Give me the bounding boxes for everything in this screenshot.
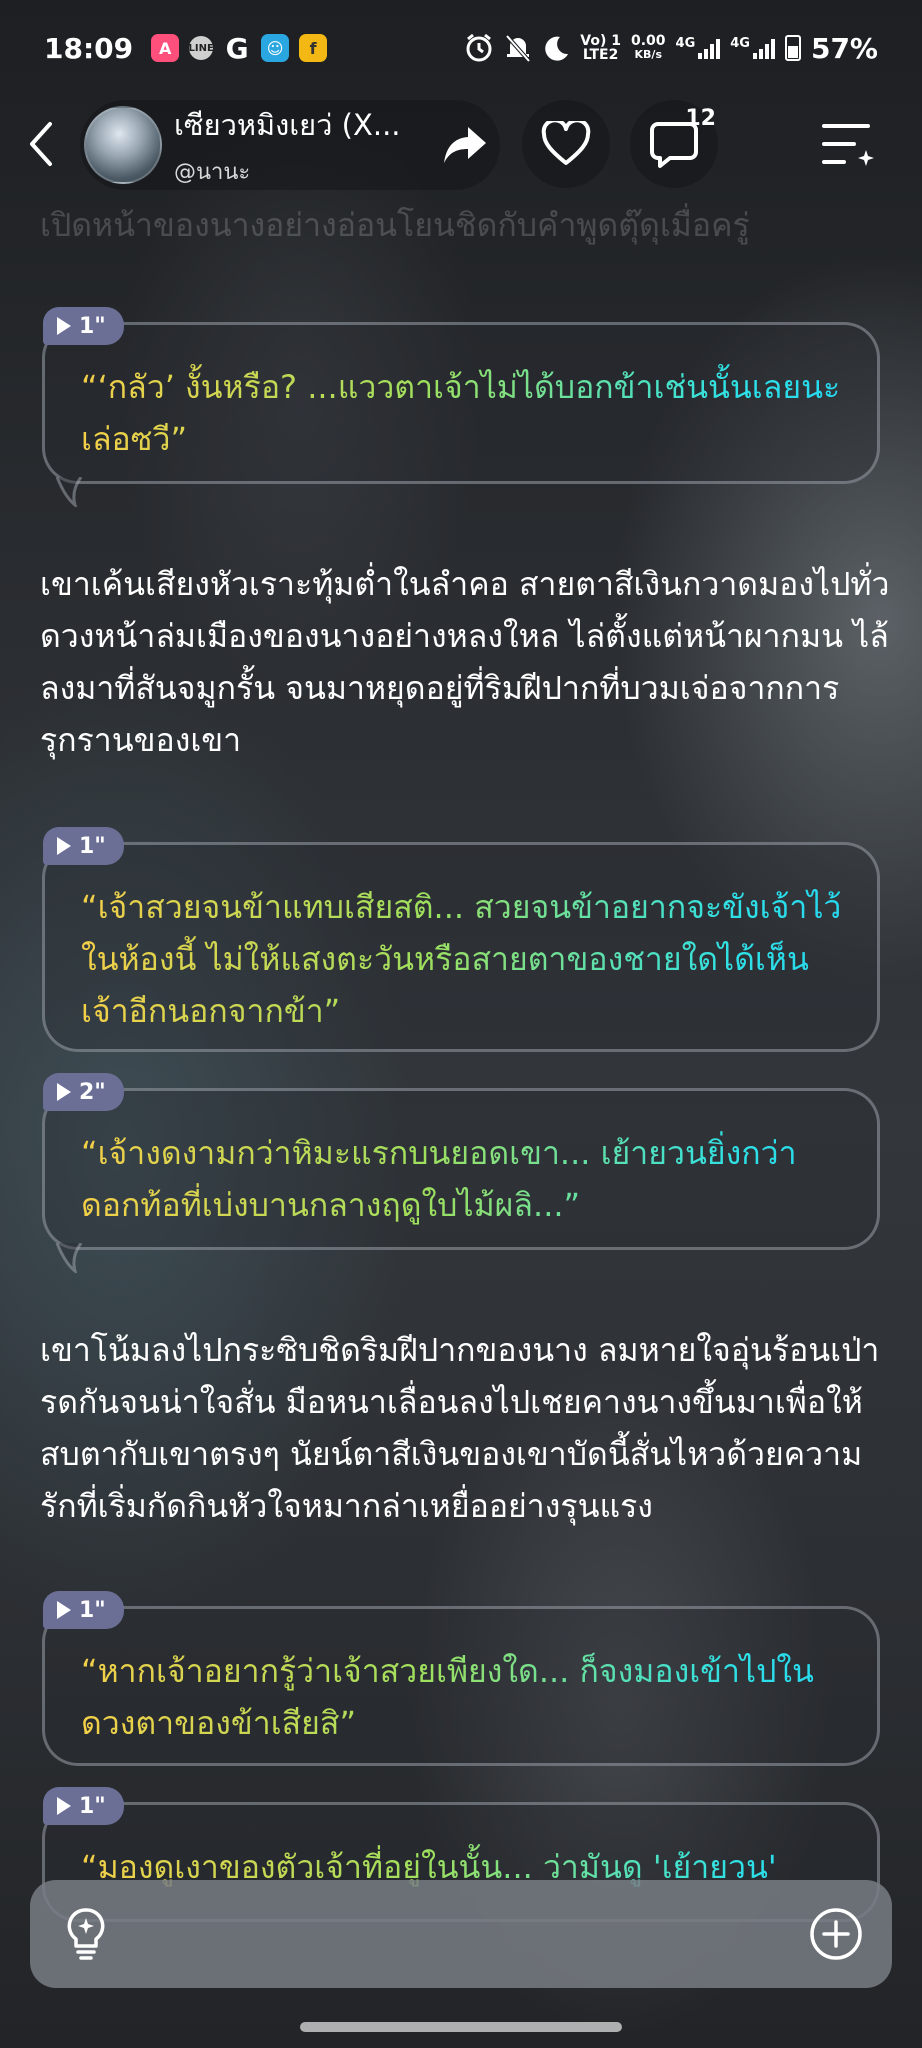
status-right: Vo) 1 LTE2 0.00 KB/s 4G 4G 57% [464, 32, 878, 65]
play-icon [57, 1797, 71, 1815]
app-notification-icon: A [151, 34, 180, 62]
voice-duration: 1" [79, 1597, 106, 1623]
narration-text: เขาเค้นเสียงหัวเราะทุ้มต่ำในลำคอ สายตาสี… [40, 565, 890, 759]
voice-play-button[interactable]: 1" [43, 827, 124, 865]
volte-indicator: Vo) 1 LTE2 [580, 33, 621, 63]
message-text: “เจ้าสวยจนข้าแทบเสียสติ... สวยจนข้าอยากจ… [81, 881, 847, 1037]
comments-button[interactable]: 12 [630, 100, 718, 188]
bubble-tail-icon [55, 477, 83, 507]
character-message-bubble[interactable]: 2" “เจ้างดงามกว่าหิมะแรกบนยอดเขา... เย้า… [42, 1073, 880, 1273]
faded-previous-text: เปิดหน้าของนางอย่างอ่อนโยนชิดกับคำพูดตุ๊… [40, 206, 750, 244]
voice-duration: 1" [79, 313, 106, 339]
battery-percent: 57% [810, 31, 878, 65]
message-text: “หากเจ้าอยากรู้ว่าเจ้าสวยเพียงใด... ก็จง… [81, 1645, 847, 1749]
clock: 18:09 [44, 31, 134, 65]
moon-icon [545, 36, 569, 61]
back-arrow-icon[interactable] [22, 118, 62, 170]
play-icon [57, 317, 71, 335]
share-arrow-icon [444, 127, 486, 163]
voice-play-button[interactable]: 1" [43, 1591, 124, 1629]
bubble-tail-icon [55, 1243, 83, 1273]
status-bar: 18:09 A LINE G ☺ f Vo) 1 LTE2 0.00 KB/s … [0, 0, 922, 96]
play-icon [57, 1601, 71, 1619]
voice-duration: 2" [79, 1079, 106, 1105]
like-button[interactable] [522, 100, 610, 188]
share-button[interactable] [430, 110, 500, 180]
character-message-bubble[interactable]: 1" “หากเจ้าอยากรู้ว่าเจ้าสวยเพียงใด... ก… [42, 1591, 880, 1766]
signal-2: 4G [730, 37, 775, 59]
character-name: เซียวหมิงเยว่ (X... [174, 107, 401, 142]
home-indicator[interactable] [300, 2022, 622, 2032]
signal-bars-icon [698, 37, 721, 59]
avatar[interactable] [84, 106, 162, 184]
heart-icon [541, 121, 591, 165]
character-message-bubble[interactable]: 1" “‘กลัว’ งั้นหรือ? ...แววตาเจ้าไม่ได้บ… [42, 307, 880, 507]
note-app-icon: f [299, 34, 328, 62]
message-text: “‘กลัว’ งั้นหรือ? ...แววตาเจ้าไม่ได้บอกข… [81, 361, 847, 465]
narration-text: เขาโน้มลงไปกระซิบชิดริมฝีปากของนาง ลมหาย… [40, 1331, 880, 1525]
message-input-bar[interactable] [30, 1880, 892, 1988]
message-text: “เจ้างดงามกว่าหิมะแรกบนยอดเขา... เย้ายวน… [81, 1127, 847, 1231]
voice-duration: 1" [79, 833, 106, 859]
comment-count: 12 [685, 106, 716, 131]
creator-handle: @นานะ [174, 159, 251, 185]
status-left: 18:09 A LINE G ☺ f [44, 31, 328, 65]
menu-list-icon[interactable] [818, 116, 878, 172]
voice-play-button[interactable]: 1" [43, 1787, 124, 1825]
add-plus-icon[interactable] [806, 1904, 866, 1964]
voice-duration: 1" [79, 1793, 106, 1819]
google-icon: G [225, 31, 249, 65]
battery-icon [784, 35, 801, 61]
lightbulb-icon[interactable] [56, 1904, 116, 1964]
line-app-icon: LINE [189, 36, 214, 60]
chat-app-icon: ☺ [261, 34, 290, 62]
profile-text: เซียวหมิงเยว่ (X... @นานะ [174, 102, 401, 189]
signal-bars-icon [752, 37, 775, 59]
character-message-bubble[interactable]: 1" “เจ้าสวยจนข้าแทบเสียสติ... สวยจนข้าอย… [42, 827, 880, 1052]
mute-bell-icon [505, 34, 531, 63]
play-icon [57, 837, 71, 855]
voice-play-button[interactable]: 2" [43, 1073, 124, 1111]
signal-1: 4G [676, 37, 721, 59]
chat-header: เซียวหมิงเยว่ (X... @นานะ 12 [0, 96, 922, 192]
voice-play-button[interactable]: 1" [43, 307, 124, 345]
play-icon [57, 1083, 71, 1101]
alarm-icon [466, 33, 492, 62]
net-speed: 0.00 KB/s [630, 33, 666, 61]
